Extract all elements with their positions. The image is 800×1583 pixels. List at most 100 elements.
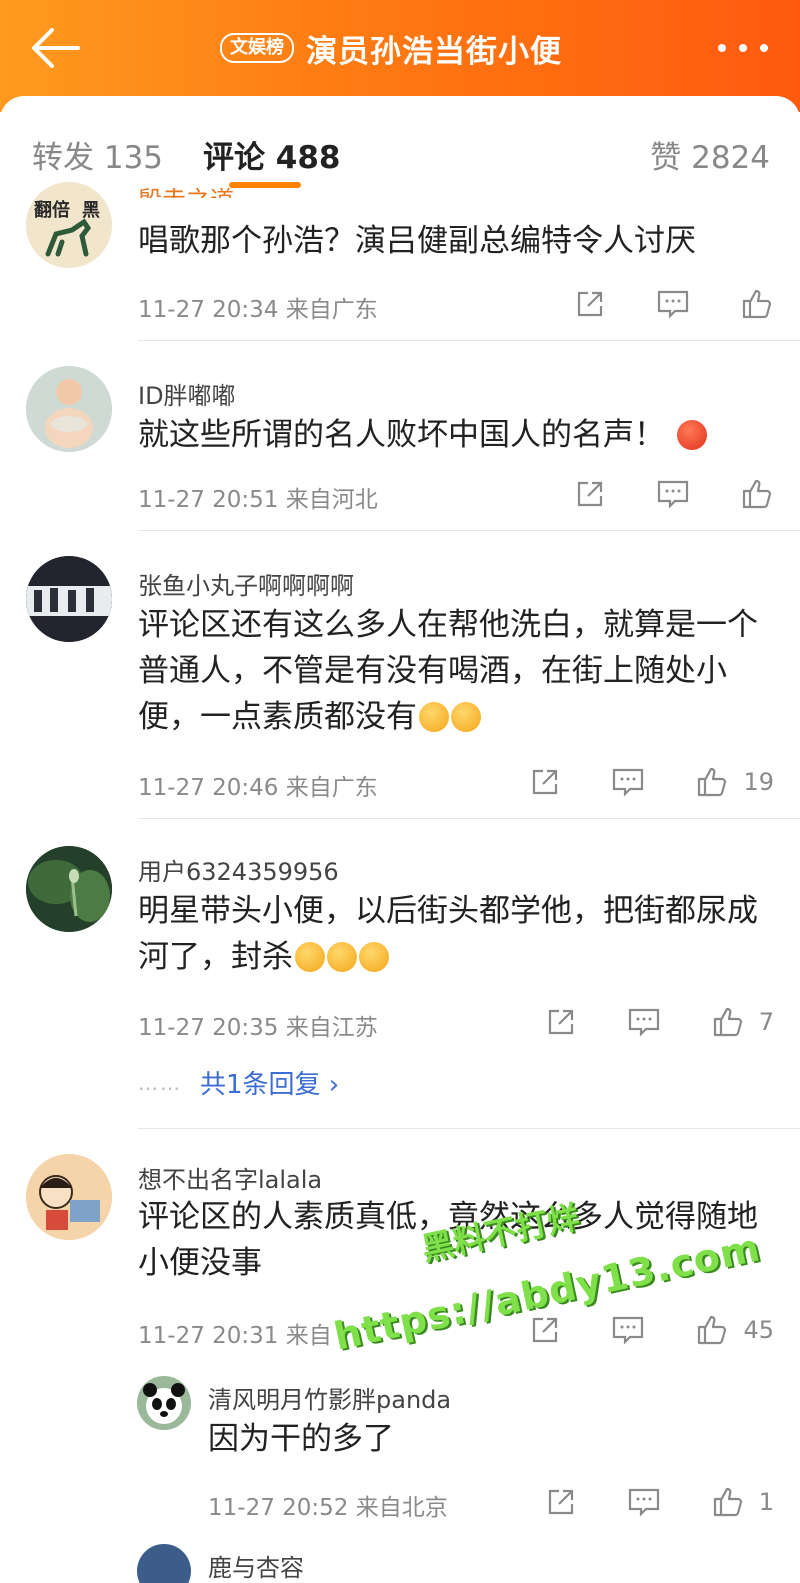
repost-button[interactable] (574, 478, 606, 510)
avatar[interactable]: 翻倍 黑 (26, 182, 112, 268)
tab-forward[interactable]: 转发 135 (32, 132, 163, 177)
comment-author[interactable]: ID胖嘟嘟 (138, 376, 236, 411)
comment-icon (657, 290, 689, 319)
comment-icon (613, 768, 644, 797)
comment-author[interactable]: 张鱼小丸子啊啊啊啊 (138, 566, 354, 601)
avatar[interactable] (26, 556, 112, 642)
like-count: 19 (743, 768, 774, 796)
comment-body: 明星带头小便，以后街头都学他，把街都尿成河了，封杀 (138, 893, 758, 975)
avatar[interactable] (26, 366, 112, 452)
reply-location: 来自北京 (355, 1495, 448, 1521)
reply-button[interactable] (656, 288, 690, 320)
comment-meta: 11-27 20:51 来自河北 (138, 480, 378, 514)
repost-button[interactable] (529, 1314, 561, 1346)
smirk-emoji-icon (419, 702, 449, 732)
share-icon (548, 1489, 573, 1515)
comment-actions (524, 474, 774, 514)
laughing-emoji-icon (327, 942, 357, 972)
comment-feed[interactable]: 翻倍 黑 殷走之道 唱歌那个孙浩？演吕健副总编特令人讨厌 11-27 20:34… (0, 180, 800, 1583)
comment-actions: 7 (495, 1002, 774, 1042)
view-replies-link[interactable]: …… 共1条回复 › (138, 1064, 339, 1101)
thumbs-up-icon (713, 1007, 742, 1037)
laughing-emoji-icon (359, 942, 389, 972)
repost-button[interactable] (574, 288, 606, 320)
thumbs-up-icon (713, 1487, 742, 1517)
comment-icon (657, 480, 689, 509)
arrow-left-icon (32, 28, 80, 68)
comment-meta: 11-27 20:35 来自江苏 (138, 1008, 378, 1042)
panda-icon (137, 1376, 191, 1430)
comment-meta: 11-27 20:34 来自广东 (138, 290, 378, 324)
share-icon (577, 481, 603, 507)
reply-author[interactable]: 清风明月竹影胖panda (208, 1380, 451, 1415)
divider (138, 1128, 800, 1129)
group-photo-icon (26, 556, 112, 642)
thumbs-up-icon (698, 1315, 727, 1345)
reply-author[interactable]: 鹿与杏容 (208, 1548, 304, 1583)
comment-location: 来自广东 (285, 775, 378, 801)
reply-button[interactable] (611, 1314, 645, 1346)
reply-button[interactable] (611, 766, 645, 798)
title-group: 文娱榜 演员孙浩当街小便 (220, 24, 562, 72)
reply-avatar[interactable] (137, 1376, 191, 1430)
share-icon (548, 1009, 573, 1035)
replies-count: 共1条回复 › (200, 1070, 340, 1100)
reply-actions: 1 (495, 1482, 774, 1522)
avatar[interactable] (26, 1154, 112, 1240)
comment-time: 11-27 20:35 (138, 1015, 279, 1041)
entertainment-rank-badge[interactable]: 文娱榜 (220, 33, 294, 63)
horse-logo-icon: 翻倍 黑 (26, 182, 112, 268)
more-button[interactable] (716, 36, 770, 60)
laughing-emoji-icon (295, 942, 325, 972)
comment-icon (613, 1316, 644, 1345)
comment-body: 就这些所谓的名人败坏中国人的名声！ (138, 417, 665, 453)
comment-icon (628, 1008, 659, 1037)
repost-button[interactable] (529, 766, 561, 798)
avatar[interactable] (26, 846, 112, 932)
like-count: 1 (758, 1488, 774, 1516)
comment-text: 明星带头小便，以后街头都学他，把街都尿成河了，封杀 (138, 888, 768, 980)
repost-button[interactable] (545, 1486, 577, 1518)
comment-time: 11-27 20:51 (138, 487, 279, 513)
comment-text: 唱歌那个孙浩？演吕健副总编特令人讨厌 (138, 223, 696, 259)
like-button[interactable] (740, 477, 774, 511)
comment-meta: 11-27 20:31 来自 (138, 1316, 332, 1350)
like-button[interactable]: 19 (695, 765, 774, 799)
like-count: 45 (743, 1316, 774, 1344)
thumbs-up-icon (742, 479, 772, 509)
comment-actions (524, 284, 774, 324)
comment-icon (628, 1488, 659, 1517)
comment-author[interactable]: 想不出名字lalala (138, 1160, 322, 1195)
comment-meta: 11-27 20:46 来自广东 (138, 768, 378, 802)
like-button[interactable]: 45 (695, 1313, 774, 1347)
comment-text: 评论区还有这么多人在帮他洗白，就算是一个普通人，不管是有没有喝酒，在街上随处小便… (138, 602, 768, 740)
thumbs-up-icon (742, 289, 772, 319)
svg-text:黑: 黑 (82, 200, 100, 221)
reply-avatar[interactable] (137, 1544, 191, 1583)
like-button[interactable] (740, 287, 774, 321)
divider (138, 818, 800, 819)
like-button[interactable]: 7 (711, 1005, 774, 1039)
like-button[interactable]: 1 (711, 1485, 774, 1519)
comment-location: 来自河北 (285, 487, 378, 513)
tab-likes[interactable]: 赞 2824 (650, 132, 770, 177)
back-button[interactable] (28, 26, 84, 70)
reply-button[interactable] (627, 1486, 661, 1518)
comment-author[interactable]: 殷走之道 (138, 180, 234, 198)
reply-button[interactable] (627, 1006, 661, 1038)
tab-comments[interactable]: 评论 488 (203, 132, 341, 177)
share-icon (577, 291, 603, 317)
svg-text:翻倍: 翻倍 (34, 199, 70, 221)
reply-meta: 11-27 20:52 来自北京 (208, 1488, 448, 1522)
comment-author[interactable]: 用户6324359956 (138, 852, 339, 887)
more-dots-icon (718, 44, 768, 52)
cartoon-figure-icon (26, 366, 112, 452)
comment-actions: 19 (479, 762, 774, 802)
comment-location: 来自江苏 (285, 1015, 378, 1041)
comment-text: 就这些所谓的名人败坏中国人的名声！ (138, 412, 778, 458)
divider (138, 530, 800, 531)
reply-button[interactable] (656, 478, 690, 510)
reply-text: 因为干的多了 (208, 1421, 394, 1457)
repost-button[interactable] (545, 1006, 577, 1038)
lotus-photo-icon (26, 846, 112, 932)
